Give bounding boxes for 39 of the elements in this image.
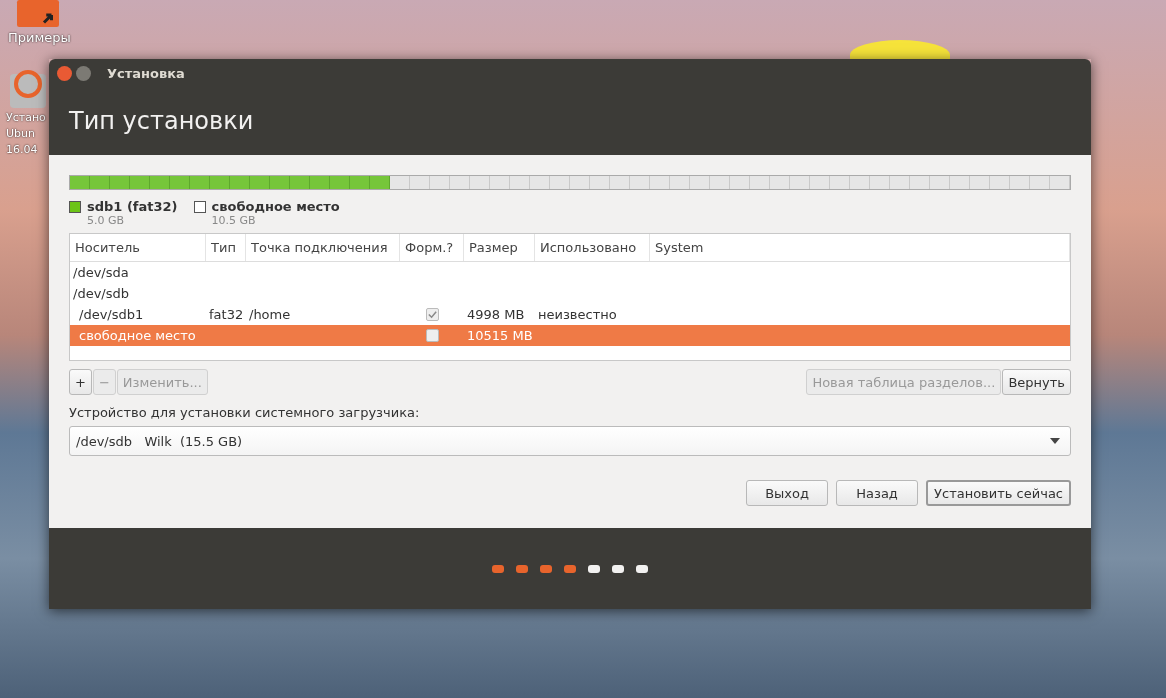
table-cell: fat32	[209, 307, 244, 322]
minimize-button[interactable]	[76, 65, 91, 81]
column-header[interactable]: Точка подключения	[246, 234, 400, 261]
close-button[interactable]	[57, 65, 72, 81]
device-name: /dev/sda	[73, 265, 129, 280]
table-cell: /home	[249, 307, 291, 322]
used-space-swatch	[69, 201, 81, 213]
free-space-swatch	[193, 201, 206, 213]
device-name: /dev/sdb1	[78, 307, 144, 322]
legend-size: 5.0 GB	[87, 214, 126, 227]
footer-button[interactable]: Выход	[746, 480, 829, 506]
format-checkbox[interactable]	[425, 329, 439, 342]
table-action-button[interactable]: +	[69, 369, 92, 395]
bootloader-label: Устройство для установки системного загрузчика:	[69, 405, 421, 420]
table-action-button[interactable]: Вернуть	[1002, 369, 1071, 395]
table-row[interactable]: /dev/sdb	[70, 283, 1070, 304]
bootloader-dropdown[interactable]: /dev/sdb Wilk (15.5 GB)	[69, 426, 1071, 456]
caret-icon	[1050, 438, 1060, 444]
table-row[interactable]: /dev/sdb1 fat32 /home 4998 MB неизвестно	[70, 304, 1070, 325]
window-title: Установка	[107, 65, 185, 81]
device-name: /dev/sdb	[73, 286, 129, 301]
legend-label: sdb1 (fat32)	[87, 199, 178, 214]
legend-size: 10.5 GB	[211, 214, 257, 227]
table-row[interactable]: /dev/sda	[70, 262, 1070, 283]
table-cell: 10515 MB	[467, 328, 533, 343]
column-header[interactable]: Носитель	[70, 234, 206, 261]
legend-label: свободное место	[211, 199, 340, 214]
column-header[interactable]: Форм.?	[400, 234, 464, 261]
footer-button[interactable]: Назад	[836, 480, 919, 506]
table-cell: неизвестно	[538, 307, 617, 322]
column-header[interactable]: Использовано	[535, 234, 650, 261]
column-header[interactable]: Тип	[206, 234, 246, 261]
page-heading: Тип установки	[69, 107, 254, 135]
footer-button[interactable]: Установить сейчас	[926, 480, 1071, 506]
column-header[interactable]: System	[650, 234, 1070, 261]
column-header[interactable]: Размер	[464, 234, 535, 261]
device-name: свободное место	[78, 328, 196, 343]
table-cell: 4998 MB	[467, 307, 525, 322]
format-checkbox[interactable]	[425, 308, 439, 321]
